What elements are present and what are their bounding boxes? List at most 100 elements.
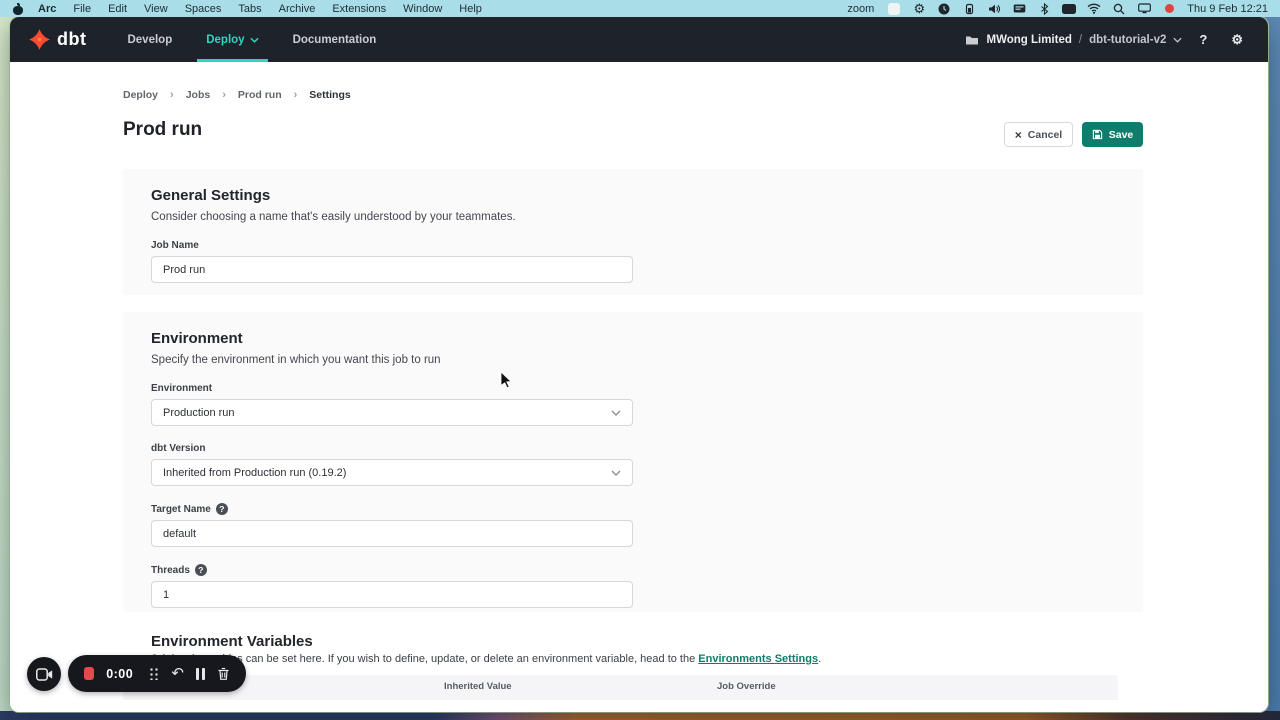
volume-icon[interactable] — [987, 2, 1001, 15]
menubar-item-arc[interactable]: Arc — [38, 3, 56, 15]
display-icon[interactable] — [1137, 2, 1151, 15]
page-content: Deploy › Jobs › Prod run › Settings Prod… — [10, 62, 1268, 712]
project-name: dbt-tutorial-v2 — [1089, 34, 1166, 46]
column-inherited-value: Inherited Value — [444, 681, 512, 692]
breadcrumb-prod-run[interactable]: Prod run — [238, 89, 282, 101]
environment-section: Environment Specify the environment in w… — [123, 312, 1143, 612]
chevron-down-icon — [250, 37, 259, 43]
environment-variables-description: Job level overrides can be set here. If … — [151, 653, 821, 665]
screen-recorder-toolbar: 0:00 ↶ — [68, 655, 246, 692]
recording-timer: 0:00 — [106, 667, 133, 681]
breadcrumb-separator: › — [294, 89, 298, 101]
search-icon[interactable] — [1112, 2, 1126, 15]
dbt-version-select[interactable]: Inherited from Production run (0.19.2) — [151, 459, 633, 486]
annotation-tools-icon[interactable] — [149, 667, 159, 680]
dbt-logo-icon — [28, 28, 51, 51]
environment-subtitle: Specify the environment in which you wan… — [151, 354, 1115, 366]
breadcrumb-settings: Settings — [309, 89, 350, 101]
stop-recording-button[interactable] — [84, 667, 94, 680]
general-settings-subtitle: Consider choosing a name that's easily u… — [151, 211, 1115, 223]
environments-settings-link[interactable]: Environments Settings — [698, 653, 818, 665]
chevron-down-icon — [611, 470, 621, 476]
menubar-item-spaces[interactable]: Spaces — [185, 3, 222, 15]
main-nav: Develop Deploy Documentation — [110, 17, 393, 62]
cancel-button[interactable]: × Cancel — [1004, 122, 1073, 147]
dbt-logo[interactable]: dbt — [28, 28, 86, 51]
input-source-icon[interactable] — [1062, 2, 1076, 15]
general-settings-title: General Settings — [151, 187, 1115, 204]
target-name-help-icon[interactable]: ? — [216, 503, 228, 515]
column-job-override: Job Override — [717, 681, 776, 692]
clock-icon[interactable] — [937, 2, 951, 15]
env-vars-desc-suffix: . — [818, 653, 821, 665]
job-name-label: Job Name — [151, 240, 1115, 251]
keyboard-icon[interactable] — [1012, 2, 1026, 15]
job-name-input[interactable] — [151, 256, 633, 283]
zoom-app-label[interactable]: zoom — [847, 3, 874, 15]
environment-title: Environment — [151, 330, 1115, 347]
desktop-wallpaper-strip — [0, 711, 1280, 720]
save-button-label: Save — [1109, 129, 1134, 141]
undo-icon[interactable]: ↶ — [171, 666, 184, 681]
general-settings-section: General Settings Consider choosing a nam… — [123, 169, 1143, 295]
bluetooth-icon[interactable] — [1037, 2, 1051, 15]
menubar-item-tabs[interactable]: Tabs — [238, 3, 261, 15]
help-button[interactable]: ? — [1192, 32, 1214, 47]
breadcrumb: Deploy › Jobs › Prod run › Settings — [123, 89, 351, 101]
dbt-wordmark: dbt — [57, 29, 86, 50]
browser-window: dbt Develop Deploy Documentation MWong L… — [10, 17, 1268, 712]
folder-icon — [965, 34, 979, 46]
video-camera-icon — [36, 668, 53, 681]
environment-variables-table-header: Inherited Value Job Override — [123, 675, 1118, 700]
chevron-down-icon — [1173, 37, 1182, 43]
menubar-item-edit[interactable]: Edit — [108, 3, 127, 15]
breadcrumb-jobs[interactable]: Jobs — [186, 89, 211, 101]
menubar-item-help[interactable]: Help — [459, 3, 482, 15]
nav-item-develop[interactable]: Develop — [110, 17, 189, 62]
threads-help-icon[interactable]: ? — [195, 564, 207, 576]
menubar-item-extensions[interactable]: Extensions — [332, 3, 386, 15]
app-icon[interactable] — [887, 2, 901, 15]
menubar-item-archive[interactable]: Archive — [279, 3, 316, 15]
cancel-button-label: Cancel — [1028, 129, 1062, 141]
threads-label: Threads — [151, 565, 190, 576]
menubar-item-view[interactable]: View — [144, 3, 168, 15]
wifi-icon[interactable] — [1087, 2, 1101, 15]
nav-deploy-label: Deploy — [206, 34, 244, 46]
apple-menu-icon[interactable] — [12, 3, 24, 15]
account-separator: / — [1079, 34, 1082, 46]
breadcrumb-separator: › — [170, 89, 174, 101]
menubar-item-window[interactable]: Window — [403, 3, 442, 15]
save-button[interactable]: Save — [1082, 122, 1143, 147]
close-icon: × — [1015, 129, 1022, 141]
pause-recording-button[interactable] — [196, 668, 205, 680]
gear-menubar-icon[interactable]: ⚙ — [912, 2, 926, 15]
screen-record-icon[interactable] — [1162, 2, 1176, 15]
environment-variables-title: Environment Variables — [151, 633, 313, 650]
battery-icon[interactable] — [962, 2, 976, 15]
environment-select-value: Production run — [163, 407, 235, 419]
menubar-clock[interactable]: Thu 9 Feb 12:21 — [1187, 3, 1268, 15]
dbt-version-label: dbt Version — [151, 443, 1115, 454]
settings-gear-button[interactable]: ⚙ — [1224, 32, 1250, 48]
camera-toggle-button[interactable] — [27, 657, 61, 691]
discard-recording-button[interactable] — [217, 667, 230, 681]
account-project-switcher[interactable]: MWong Limited / dbt-tutorial-v2 — [965, 34, 1182, 46]
nav-develop-label: Develop — [127, 34, 172, 46]
page-title: Prod run — [123, 119, 202, 141]
macos-menubar: Arc File Edit View Spaces Tabs Archive E… — [0, 0, 1280, 17]
nav-item-deploy[interactable]: Deploy — [189, 17, 275, 62]
target-name-input[interactable] — [151, 520, 633, 547]
chevron-down-icon — [611, 410, 621, 416]
environment-select[interactable]: Production run — [151, 399, 633, 426]
nav-item-documentation[interactable]: Documentation — [276, 17, 394, 62]
breadcrumb-deploy[interactable]: Deploy — [123, 89, 158, 101]
target-name-label: Target Name — [151, 504, 211, 515]
account-name: MWong Limited — [986, 34, 1071, 46]
dbt-app-header: dbt Develop Deploy Documentation MWong L… — [10, 17, 1268, 62]
environment-select-label: Environment — [151, 383, 1115, 394]
dbt-version-select-value: Inherited from Production run (0.19.2) — [163, 467, 346, 479]
threads-input[interactable] — [151, 581, 633, 608]
save-floppy-icon — [1092, 129, 1103, 140]
menubar-item-file[interactable]: File — [73, 3, 91, 15]
